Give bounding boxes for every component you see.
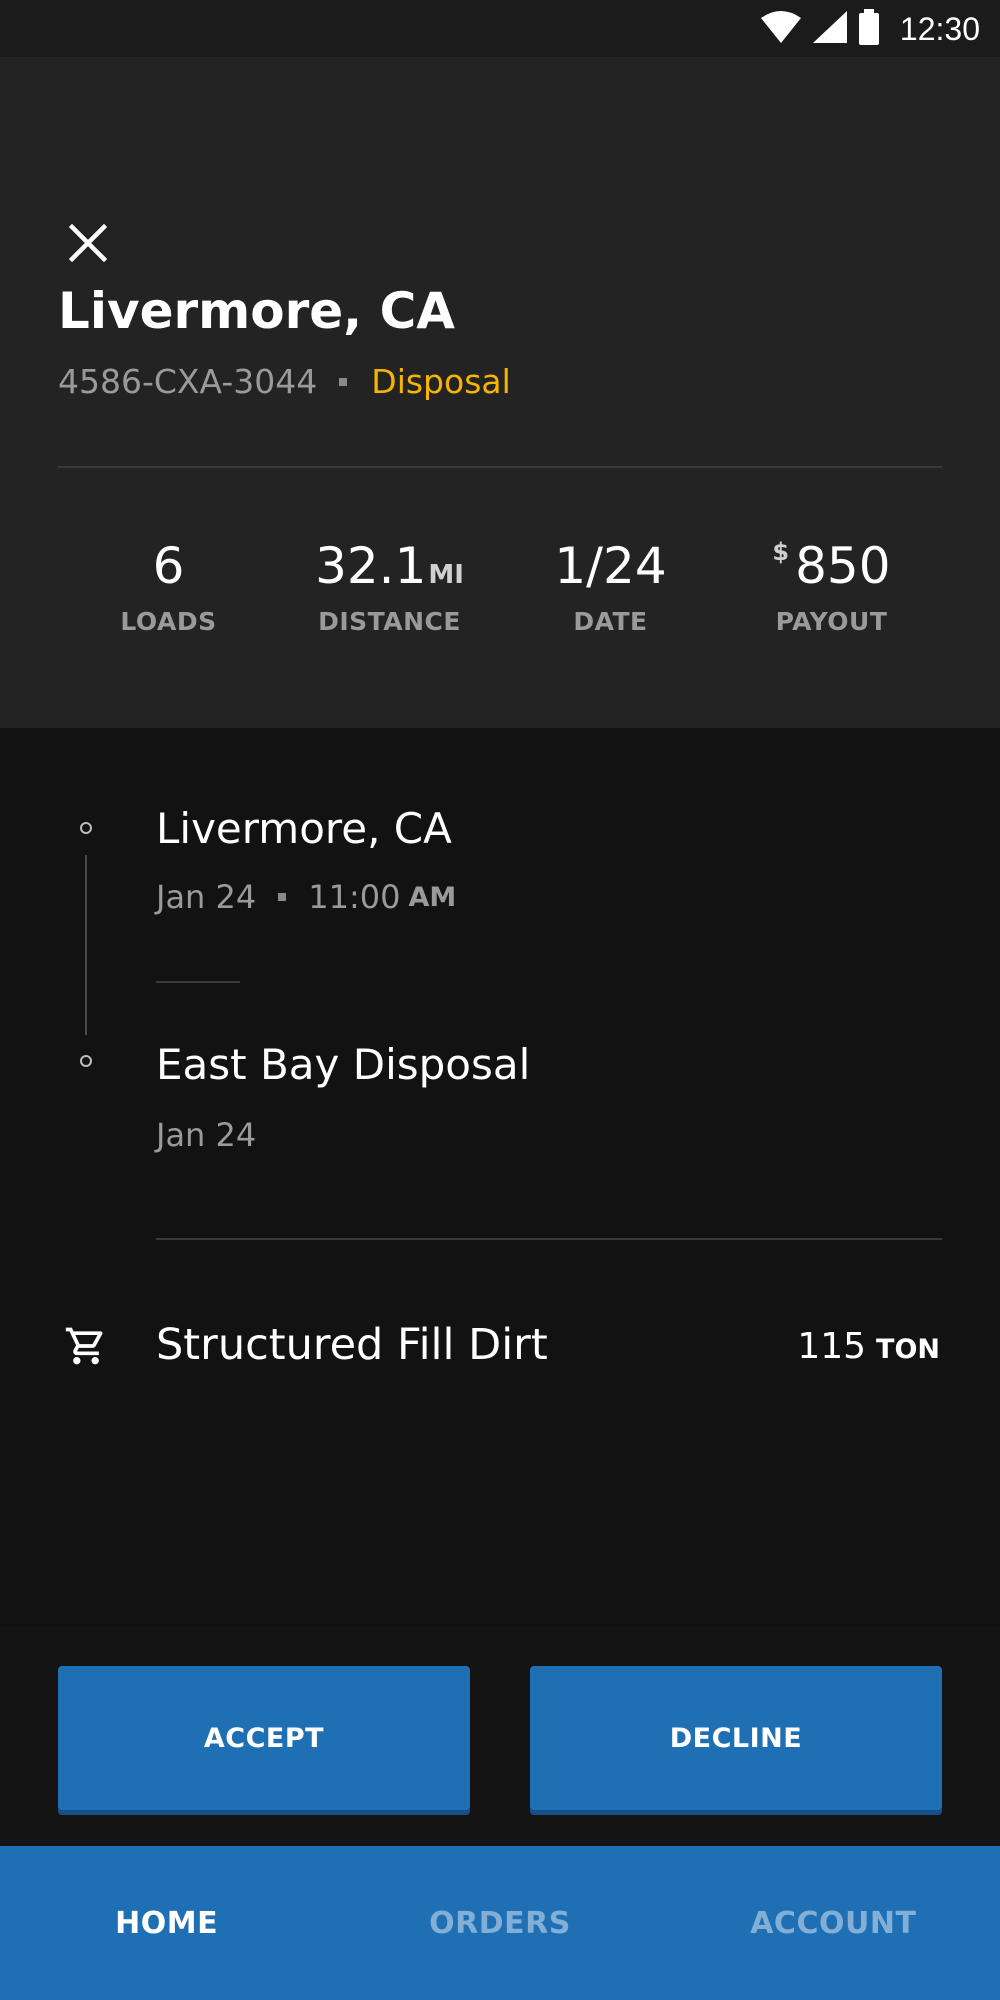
material-unit: TON (876, 1334, 940, 1365)
material-quantity: 115 TON (797, 1326, 940, 1367)
separator-dot (278, 893, 287, 901)
nav-orders[interactable]: ORDERS (333, 1846, 666, 2000)
stat-distance: 32.1 MI DISTANCE (279, 535, 500, 636)
close-button[interactable] (60, 217, 116, 273)
action-bar: ACCEPT DECLINE (0, 1626, 1000, 1846)
job-type-badge: Disposal (371, 362, 511, 401)
stat-date-label: DATE (573, 607, 648, 636)
separator-dot (339, 377, 348, 386)
page-title: Livermore, CA (58, 282, 455, 340)
destination-marker-icon (80, 1055, 92, 1067)
destination-date: Jan 24 (156, 1116, 257, 1154)
job-stats: 6 LOADS 32.1 MI DISTANCE 1/24 DATE $ 850… (58, 535, 942, 636)
destination-name: East Bay Disposal (156, 1040, 531, 1089)
stat-distance-label: DISTANCE (318, 607, 461, 636)
cart-icon (64, 1324, 108, 1368)
nav-account[interactable]: ACCOUNT (667, 1846, 1000, 2000)
accept-button[interactable]: ACCEPT (58, 1666, 470, 1810)
stat-distance-value: 32.1 (315, 537, 427, 595)
origin-name: Livermore, CA (156, 804, 452, 853)
divider (156, 1238, 942, 1240)
stat-loads-value: 6 (152, 537, 185, 595)
stat-payout-label: PAYOUT (775, 607, 888, 636)
close-icon (68, 223, 108, 266)
status-bar: 12:30 (0, 0, 1000, 57)
divider (156, 981, 240, 983)
stat-loads-label: LOADS (120, 607, 217, 636)
origin-date: Jan 24 (156, 878, 257, 916)
origin-ampm: AM (408, 881, 457, 913)
origin-time: 11:00 (308, 878, 401, 916)
job-id: 4586-CXA-3044 (58, 362, 318, 401)
material-row: Structured Fill Dirt 115 TON (0, 1310, 1000, 1382)
battery-icon (858, 9, 880, 49)
stat-payout-currency: $ (772, 538, 790, 566)
signal-icon (812, 10, 848, 48)
stat-payout-value: 850 (795, 537, 891, 595)
stat-loads: 6 LOADS (58, 535, 279, 636)
divider (58, 466, 942, 468)
stat-payout: $ 850 PAYOUT (721, 535, 942, 636)
route-line (85, 855, 87, 1035)
decline-button[interactable]: DECLINE (530, 1666, 942, 1810)
bottom-nav: HOME ORDERS ACCOUNT (0, 1846, 1000, 2000)
nav-home[interactable]: HOME (0, 1846, 333, 2000)
job-meta: 4586-CXA-3044 Disposal (58, 362, 511, 401)
wifi-icon (760, 10, 802, 48)
status-time: 12:30 (899, 10, 980, 47)
origin-marker-icon (80, 822, 92, 834)
stat-date: 1/24 DATE (500, 535, 721, 636)
stat-date-value: 1/24 (554, 537, 667, 595)
material-name: Structured Fill Dirt (156, 1320, 548, 1370)
stat-distance-unit: MI (428, 560, 464, 590)
origin-datetime: Jan 24 11:00 AM (156, 878, 456, 916)
